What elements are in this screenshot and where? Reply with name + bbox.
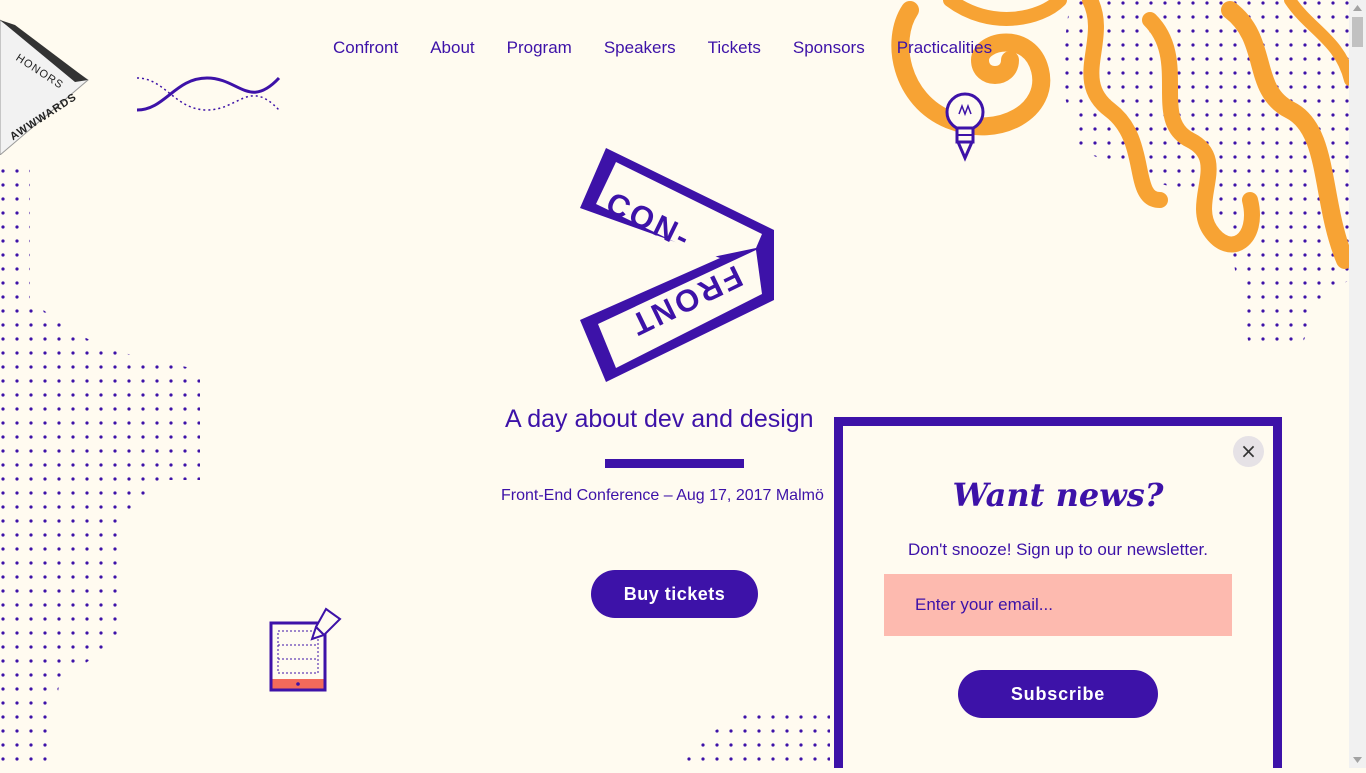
hero-divider	[605, 459, 744, 468]
email-input[interactable]	[884, 574, 1232, 636]
buy-tickets-button[interactable]: Buy tickets	[591, 570, 758, 618]
nav-confront[interactable]: Confront	[333, 36, 398, 60]
scroll-up-icon[interactable]	[1349, 0, 1366, 17]
scrollbar-thumb[interactable]	[1352, 17, 1363, 47]
subscribe-button[interactable]: Subscribe	[958, 670, 1158, 718]
wave-decoration	[136, 76, 281, 112]
page-scrollbar[interactable]	[1349, 0, 1366, 768]
modal-subtitle: Don't snooze! Sign up to our newsletter.	[908, 540, 1208, 559]
logo-banner-shape	[580, 148, 774, 382]
nav-program[interactable]: Program	[507, 36, 572, 60]
nav-speakers[interactable]: Speakers	[604, 36, 676, 60]
tablet-pen-icon	[269, 607, 342, 692]
nav-about[interactable]: About	[430, 36, 474, 60]
scroll-down-icon[interactable]	[1349, 751, 1366, 768]
nav-practicalities[interactable]: Practicalities	[897, 36, 992, 60]
lightbulb-icon	[945, 92, 985, 162]
awwwards-badge[interactable]: HONORS AWWWARDS	[0, 0, 90, 156]
nav-tickets[interactable]: Tickets	[708, 36, 761, 60]
close-icon[interactable]: ×	[1233, 436, 1264, 467]
hero-tagline: A day about dev and design	[505, 405, 814, 433]
page: HONORS AWWWARDS Confront About Program S…	[0, 0, 1349, 768]
main-nav: Confront About Program Speakers Tickets …	[333, 36, 1024, 60]
confront-logo: CON- FRONT	[570, 140, 785, 385]
modal-title: Want news?	[952, 476, 1164, 514]
hero-subline: Front-End Conference – Aug 17, 2017 Malm…	[501, 487, 824, 504]
newsletter-modal: × Want news? Don't snooze! Sign up to ou…	[834, 417, 1282, 768]
nav-sponsors[interactable]: Sponsors	[793, 36, 865, 60]
